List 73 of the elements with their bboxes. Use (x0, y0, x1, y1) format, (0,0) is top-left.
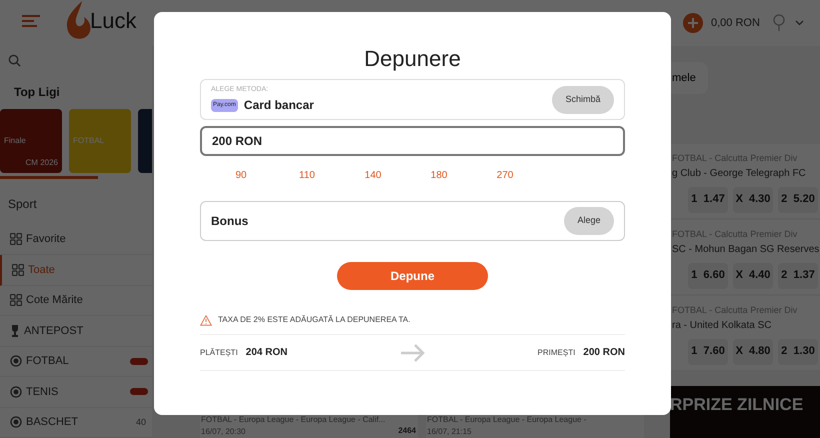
league-label: FOTBAL (73, 134, 106, 147)
menu-icon[interactable] (22, 15, 40, 28)
event-code: 2464 (398, 425, 416, 437)
quick-amount[interactable]: 180 (406, 168, 472, 183)
choose-button[interactable]: Alege (564, 207, 614, 235)
warning-icon (200, 314, 212, 326)
banner-text: RPRIZE ZILNICE (670, 394, 804, 416)
odds-button[interactable]: 1 6.60 (688, 262, 728, 288)
fee-notice: TAXA DE 2% ESTE ADĂUGATĂ LA DEPUNEREA TA. (218, 314, 410, 326)
quick-amount[interactable]: 110 (274, 168, 340, 183)
section-title: Top Ligi (13, 84, 61, 101)
arrow-right-icon (400, 344, 424, 362)
match-teams: g Club - George Telegraph FC (672, 166, 807, 180)
search-icon[interactable] (8, 54, 21, 67)
sport-item[interactable]: ANTEPOST (0, 316, 152, 346)
plus-icon (688, 18, 698, 28)
trophy-icon (10, 324, 20, 337)
league-year: CM 2026 (26, 156, 58, 169)
event-league: FOTBAL - Europa League - Europa League - Calif... (201, 414, 386, 426)
sport-title: Sport (7, 196, 38, 212)
event-league: FOTBAL - Europa League - Europa League - (427, 414, 588, 426)
sport-label: BASCHET (26, 415, 78, 430)
odds-button[interactable]: 1 1.47 (688, 186, 728, 212)
chevron-down-icon[interactable] (795, 20, 804, 26)
ball-icon (10, 416, 22, 428)
sport-label: Cote Mărite (26, 293, 83, 308)
balance-text: 0,00 RON (711, 16, 761, 31)
league-card[interactable]: Finale CM 2026 (0, 108, 62, 173)
quick-amount[interactable]: 270 (472, 168, 538, 183)
grid-icon (12, 264, 24, 276)
odds-button[interactable]: 2 5.20 (778, 186, 818, 212)
odds-button[interactable]: 2 1.30 (778, 338, 818, 364)
odds-button[interactable]: X 4.80 (733, 338, 773, 364)
dialog-title: Depunere (364, 45, 461, 73)
sport-item[interactable]: TENIS (0, 377, 152, 408)
count-label: 40 (136, 416, 146, 428)
grid-icon (10, 233, 22, 246)
event-time: 16/07, 21:15 (427, 426, 472, 438)
quick-amount[interactable]: 90 (208, 168, 274, 183)
sport-label: TENIS (26, 384, 58, 400)
quick-amount[interactable]: 140 (340, 168, 406, 183)
odds-button[interactable]: 2 1.37 (778, 262, 818, 288)
event-time: 16/07, 20:30 (201, 426, 246, 438)
change-button[interactable]: Schimbă (552, 86, 614, 114)
league-label: Finale (4, 134, 27, 147)
bonus-label: Bonus (211, 213, 248, 230)
match-teams: ra - United Kolkata SC (672, 318, 772, 332)
sport-label: FOTBAL (26, 354, 69, 369)
sport-item[interactable]: Cote Mărite (0, 286, 152, 316)
pay-amount: 204 RON (246, 346, 288, 360)
deposit-button[interactable] (683, 13, 703, 33)
method-name: Card bancar (244, 97, 314, 114)
pay-label: PLĂTEȘTI (200, 346, 238, 358)
logo-text: Luck (90, 7, 136, 36)
sport-label: Toate (28, 262, 55, 278)
odds-button[interactable]: X 4.40 (733, 262, 773, 288)
ball-icon (10, 386, 22, 398)
odds-button[interactable]: X 4.30 (733, 186, 773, 212)
odds-button[interactable]: 1 7.60 (688, 338, 728, 364)
ball-icon (10, 355, 22, 368)
sport-item[interactable]: Favorite (0, 224, 152, 255)
sport-item[interactable]: Toate (0, 255, 152, 286)
deposit-button[interactable]: Depune (337, 262, 488, 290)
receive-label: PRIMEȘTI (538, 346, 576, 358)
sport-label: ANTEPOST (24, 324, 84, 338)
grid-icon (10, 294, 22, 306)
bonus-field[interactable]: Bonus Alege (200, 201, 625, 241)
match-teams: SC - Mohun Bagan SG Reserves (672, 242, 820, 256)
amount-input[interactable]: 200 RON (200, 126, 625, 156)
sport-item[interactable]: FOTBAL (0, 346, 152, 377)
receive-amount: 200 RON (583, 346, 625, 360)
sport-label: Favorite (26, 232, 66, 247)
sport-item[interactable]: BASCHET 40 (0, 408, 152, 438)
